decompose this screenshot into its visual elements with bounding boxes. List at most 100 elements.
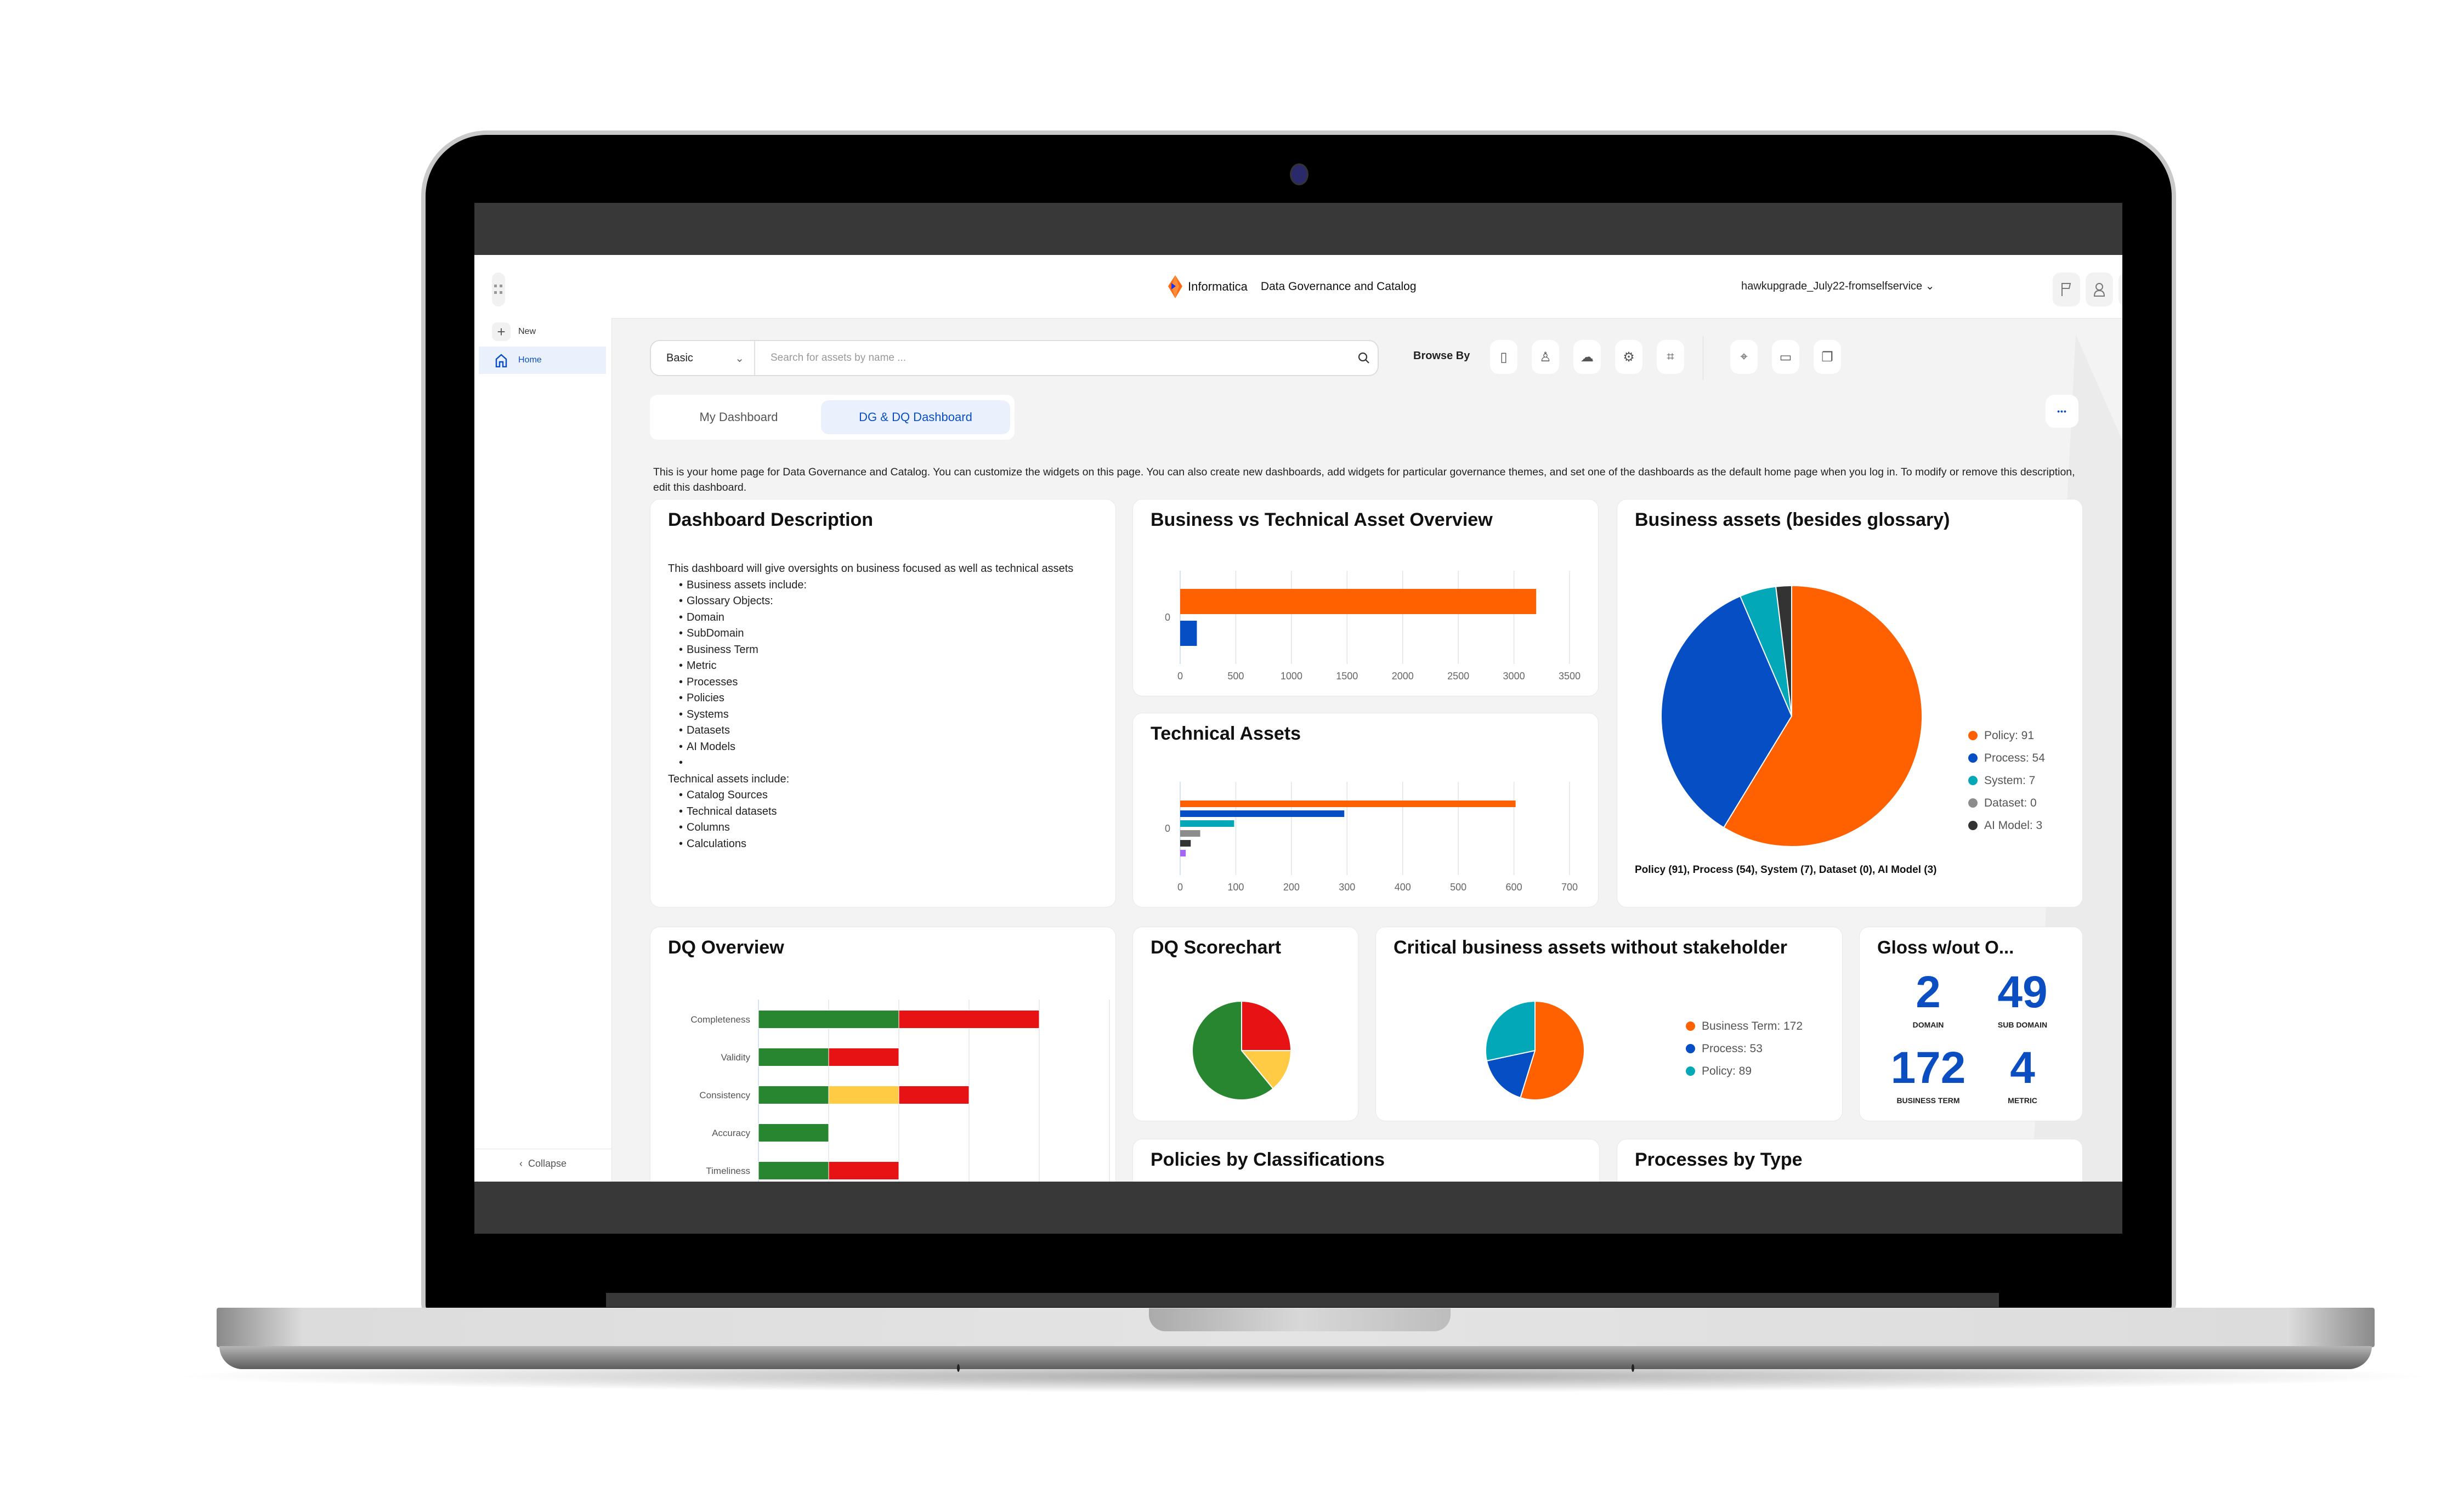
widget-title: Gloss w/out O... (1877, 937, 2014, 957)
help-button[interactable]: ? (2119, 273, 2122, 307)
chart-legend: Policy: 91 Process: 54 System: 7 Dataset: 0… (1968, 724, 2045, 837)
legend-item[interactable]: Policy: 89 (1686, 1060, 1803, 1082)
legend-label: Policy: 89 (1702, 1064, 1752, 1077)
tab-my-dashboard[interactable]: My Dashboard (656, 400, 821, 434)
app-launcher-button[interactable] (492, 273, 505, 307)
y-tick-label: 0 (1165, 612, 1170, 623)
award-icon: ♙ (1539, 349, 1551, 365)
legend-item[interactable]: AI Model: 3 (1968, 814, 2045, 837)
y-tick-label: Timeliness (706, 1166, 750, 1176)
list-item (679, 755, 1073, 771)
y-tick-label: Completeness (690, 1014, 750, 1025)
legend-label: Dataset: 0 (1984, 796, 2037, 809)
collapse-button[interactable]: ‹ Collapse (474, 1158, 611, 1170)
sidebar: + New Home ‹ Collapse (474, 318, 612, 1182)
browse-systems-button[interactable]: ☁ (1573, 340, 1601, 374)
browse-by-label: Browse By (1413, 350, 1470, 362)
list-item: Processes (679, 674, 1073, 691)
tags-button[interactable]: ⌖ (1730, 340, 1758, 374)
legend-item[interactable]: Process: 54 (1968, 747, 2045, 769)
browse-glossary-button[interactable]: ▯ (1490, 340, 1517, 374)
bar-good (758, 1161, 829, 1180)
plus-icon: + (492, 322, 511, 341)
sidebar-item-new[interactable]: + New (479, 318, 606, 345)
legend-label: Process: 54 (1984, 751, 2045, 764)
stat-value: 172 (1890, 1043, 1966, 1093)
inbox-icon: ▭ (1779, 349, 1792, 365)
business-asset-list: Business assets include:Glossary Objects… (668, 577, 1073, 771)
chart-technical-assets: 0 100 200 300 400 500 600 700 0 (1165, 782, 1578, 893)
book-icon: ▯ (1500, 349, 1508, 365)
widget-business-vs-technical: Business vs Technical Asset Overview 0 50… (1132, 499, 1599, 696)
bar-series-5 (1180, 840, 1191, 847)
x-tick-label: 500 (1450, 882, 1466, 893)
bar-good (758, 1086, 829, 1104)
bar-business (1180, 621, 1197, 646)
more-options-button[interactable]: ••• (2046, 395, 2078, 428)
list-item: AI Models (679, 739, 1073, 756)
search-input[interactable] (755, 351, 1350, 365)
search-icon[interactable] (1350, 352, 1378, 364)
legend-swatch (1968, 731, 1978, 740)
laptop-foot (957, 1364, 960, 1372)
product-name: Data Governance and Catalog (1260, 280, 1417, 293)
bar-good (758, 1010, 899, 1029)
list-item: Glossary Objects: (679, 593, 1073, 610)
stat-metric[interactable]: 4 METRIC (1976, 1046, 2069, 1105)
sidebar-item-label: New (518, 327, 536, 336)
stat-business-term[interactable]: 172 BUSINESS TERM (1882, 1046, 1975, 1105)
cloud-icon: ☁ (1581, 349, 1594, 365)
x-tick-label: 200 (1283, 882, 1300, 893)
chevron-left-icon: ‹ (519, 1158, 523, 1169)
bar-bad (828, 1048, 899, 1066)
scan-icon: ⌗ (1667, 349, 1674, 364)
widget-business-assets: Business assets (besides glossary) Polic… (1617, 499, 2083, 907)
bar-good (758, 1123, 829, 1142)
stat-label: METRIC (2008, 1096, 2037, 1105)
x-tick-label: 300 (1339, 882, 1355, 893)
search-mode-select[interactable]: Basic ⌄ (651, 341, 755, 375)
informatica-logo-icon (1168, 275, 1182, 298)
pie-slice-policy (1485, 1000, 1536, 1062)
gears-icon: ⚙ (1623, 349, 1635, 365)
widget-dq-overview: DQ Overview Completeness Validity Consiste… (650, 927, 1116, 1182)
list-item: Technical datasets (679, 804, 1073, 820)
y-tick-label: Accuracy (712, 1128, 750, 1138)
inbox-button[interactable]: ▭ (1772, 340, 1799, 374)
browse-processes-button[interactable]: ⚙ (1615, 340, 1642, 374)
x-tick-label: 500 (1227, 671, 1244, 682)
flag-icon (2061, 283, 2071, 296)
legend-swatch (1968, 753, 1978, 763)
legend-label: Policy: 91 (1984, 729, 2035, 742)
chevron-down-icon: ⌄ (735, 352, 744, 365)
description-intro: This dashboard will give oversights on b… (668, 563, 1074, 575)
bar-bad (898, 1010, 1040, 1029)
widget-title: Policies by Classifications (1151, 1149, 1385, 1170)
list-item: Columns (679, 820, 1073, 836)
legend-item[interactable]: System: 7 (1968, 769, 2045, 792)
legend-item[interactable]: Policy: 91 (1968, 724, 2045, 747)
org-selector[interactable]: hawkupgrade_July22-fromselfservice ⌄ (1741, 279, 1934, 293)
legend-item[interactable]: Dataset: 0 (1968, 792, 2045, 814)
sidebar-item-home[interactable]: Home (479, 347, 606, 374)
laptop-notch (1149, 1308, 1451, 1331)
legend-item[interactable]: Business Term: 172 (1686, 1015, 1803, 1037)
laptop-base-bottom (219, 1346, 2372, 1369)
browse-policies-button[interactable]: ♙ (1532, 340, 1559, 374)
user-button[interactable] (2086, 273, 2113, 307)
legend-swatch (1968, 798, 1978, 808)
browse-models-button[interactable]: ⌗ (1657, 340, 1684, 374)
laptop-hinge (606, 1293, 1999, 1307)
flag-button[interactable] (2053, 273, 2080, 307)
dashboard-intro-text: This is your home page for Data Governan… (653, 466, 2075, 493)
copy-button[interactable]: ❐ (1814, 340, 1841, 374)
legend-label: AI Model: 3 (1984, 819, 2043, 832)
stat-sub-domain[interactable]: 49 SUB DOMAIN (1976, 970, 2069, 1030)
stat-domain[interactable]: 2 DOMAIN (1882, 970, 1975, 1030)
app-header: Informatica Data Governance and Catalog … (474, 255, 2122, 319)
list-item: Business assets include: (679, 577, 1073, 594)
legend-item[interactable]: Process: 53 (1686, 1037, 1803, 1060)
tab-dg-dq-dashboard[interactable]: DG & DQ Dashboard (821, 400, 1010, 434)
chart-business-assets-pie (1661, 584, 1923, 847)
legend-label: Process: 53 (1702, 1042, 1763, 1055)
